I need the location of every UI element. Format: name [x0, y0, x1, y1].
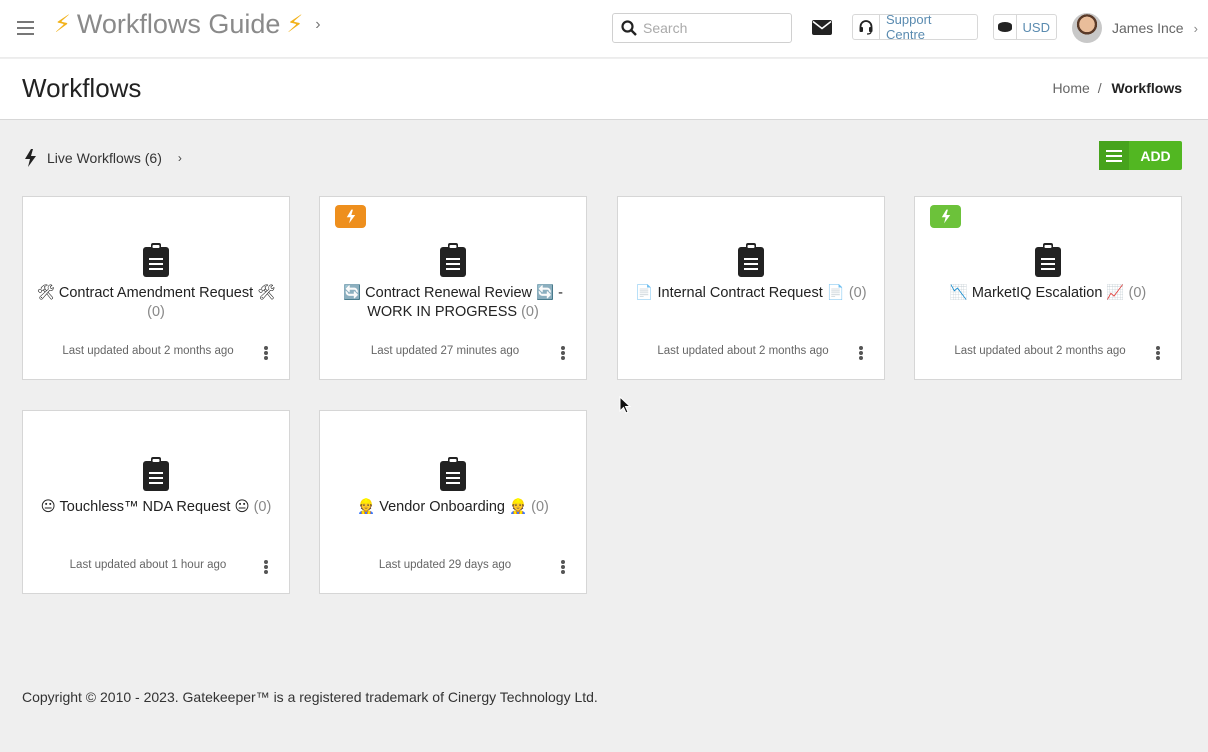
more-options-icon[interactable]	[859, 346, 863, 360]
last-updated: Last updated 29 days ago	[378, 559, 512, 571]
lightning-icon: ⚡	[286, 11, 304, 38]
lightning-badge-icon	[930, 205, 961, 228]
support-centre-label: Support Centre	[886, 12, 932, 42]
add-button[interactable]: ADD	[1099, 141, 1182, 170]
more-options-icon[interactable]	[264, 560, 268, 574]
hamburger-menu-icon[interactable]	[17, 21, 34, 35]
page-header: Workflows Home / Workflows	[0, 59, 1208, 120]
footer-copyright: Copyright © 2010 - 2023. Gatekeeper™ is …	[22, 689, 598, 705]
workflow-card[interactable]: 📄 Internal Contract Request 📄 (0) Last u…	[617, 196, 885, 380]
more-options-icon[interactable]	[561, 346, 565, 360]
app-title[interactable]: ⚡ Workflows Guide ⚡ ›	[54, 9, 321, 40]
more-options-icon[interactable]	[561, 560, 565, 574]
mail-icon[interactable]	[812, 20, 832, 35]
headset-icon	[853, 15, 881, 39]
avatar	[1072, 13, 1102, 43]
search-box[interactable]	[612, 13, 792, 43]
workflow-card[interactable]: 😐 Touchless™ NDA Request 😐 (0) Last upda…	[22, 410, 290, 594]
currency-selector[interactable]: USD	[993, 14, 1057, 40]
last-updated: Last updated about 2 months ago	[62, 345, 234, 357]
search-input[interactable]	[643, 20, 783, 36]
workflow-title[interactable]: 🔄 Contract Renewal Review 🔄 - WORK IN PR…	[326, 284, 580, 322]
workflow-card[interactable]: 🛠 Contract Amendment Request 🛠 (0) Last …	[22, 196, 290, 380]
lightning-icon: ⚡	[54, 11, 71, 38]
currency-label: USD	[1022, 19, 1050, 35]
breadcrumb-home[interactable]: Home	[1052, 80, 1089, 96]
last-updated: Last updated about 2 months ago	[954, 345, 1126, 357]
breadcrumb: Home / Workflows	[1052, 80, 1182, 96]
clipboard-icon	[1035, 243, 1061, 277]
chevron-right-icon: ›	[315, 15, 321, 33]
user-name: James Ince	[1112, 20, 1184, 36]
live-workflows-label: Live Workflows (6)	[47, 150, 162, 166]
workflow-title[interactable]: 😐 Touchless™ NDA Request 😐 (0)	[29, 498, 283, 517]
search-icon	[621, 20, 637, 36]
mouse-cursor-icon	[619, 396, 631, 414]
workflow-title[interactable]: 👷 Vendor Onboarding 👷 (0)	[326, 498, 580, 517]
more-options-icon[interactable]	[264, 346, 268, 360]
breadcrumb-separator: /	[1097, 80, 1102, 96]
workflow-card[interactable]: 👷 Vendor Onboarding 👷 (0) Last updated 2…	[319, 410, 587, 594]
last-updated: Last updated about 2 months ago	[657, 345, 829, 357]
workflow-title[interactable]: 📄 Internal Contract Request 📄 (0)	[624, 284, 878, 303]
more-options-icon[interactable]	[1156, 346, 1160, 360]
chevron-right-icon: ›	[177, 151, 182, 165]
clipboard-icon	[143, 457, 169, 491]
clipboard-icon	[440, 243, 466, 277]
last-updated: Last updated about 1 hour ago	[69, 559, 227, 571]
clipboard-icon	[738, 243, 764, 277]
clipboard-icon	[440, 457, 466, 491]
menu-icon	[1099, 141, 1129, 170]
live-workflows-toggle[interactable]: Live Workflows (6) ›	[24, 149, 182, 167]
workflow-card[interactable]: 📉 MarketIQ Escalation 📈 (0) Last updated…	[914, 196, 1182, 380]
last-updated: Last updated 27 minutes ago	[370, 345, 520, 357]
lightning-badge-icon	[335, 205, 366, 228]
coins-icon	[994, 15, 1017, 39]
workflow-title[interactable]: 📉 MarketIQ Escalation 📈 (0)	[921, 284, 1175, 303]
app-title-text: Workflows Guide	[76, 9, 281, 39]
lightning-icon	[25, 149, 36, 167]
chevron-right-icon: ›	[1193, 20, 1198, 36]
user-menu[interactable]: James Ince ›	[1072, 13, 1198, 43]
workflow-title[interactable]: 🛠 Contract Amendment Request 🛠 (0)	[29, 284, 283, 322]
clipboard-icon	[143, 243, 169, 277]
workflow-card[interactable]: 🔄 Contract Renewal Review 🔄 - WORK IN PR…	[319, 196, 587, 380]
breadcrumb-current: Workflows	[1111, 80, 1182, 96]
page-title: Workflows	[22, 73, 142, 103]
add-button-label: ADD	[1140, 147, 1171, 164]
top-bar: ⚡ Workflows Guide ⚡ › Support Centre USD…	[0, 0, 1208, 58]
support-centre-button[interactable]: Support Centre	[852, 12, 978, 42]
